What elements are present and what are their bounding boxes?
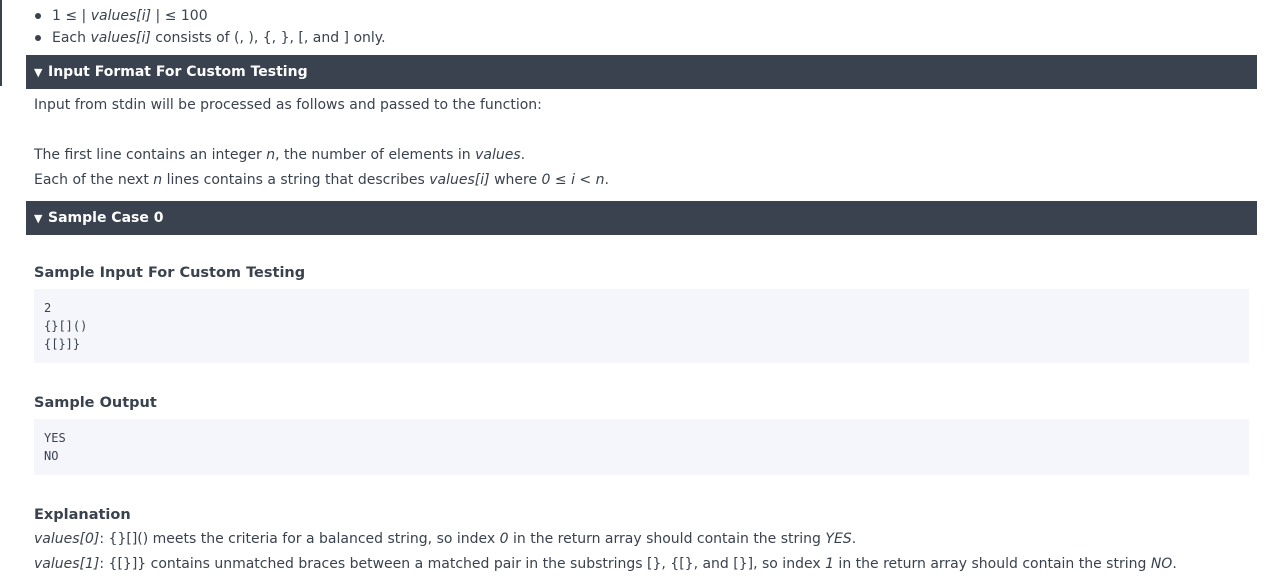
sample-output-code-block: YES NO: [34, 419, 1249, 475]
input-format-section-header[interactable]: ▼ Input Format For Custom Testing: [26, 55, 1257, 89]
constraint-item: Each values[i] consists of (, ), {, }, […: [34, 27, 1257, 49]
code-line: YES: [44, 431, 66, 445]
collapse-triangle-icon: ▼: [34, 66, 43, 79]
sample-output-title: Sample Output: [34, 395, 157, 411]
input-format-intro: Input from stdin will be processed as fo…: [34, 97, 542, 113]
code-line: 2: [44, 301, 52, 315]
explanation-line: values[0]: {}[]() meets the criteria for…: [34, 531, 857, 547]
constraints-list: 1 ≤ | values[i] | ≤ 100 Each values[i] c…: [26, 0, 1257, 49]
collapse-triangle-icon: ▼: [34, 212, 43, 225]
sample-case-section-header[interactable]: ▼ Sample Case 0: [26, 201, 1257, 235]
code-line: {}[](): [44, 319, 88, 333]
code-line: NO: [44, 449, 59, 463]
constraint-item: 1 ≤ | values[i] | ≤ 100: [34, 5, 1257, 27]
input-format-line: The first line contains an integer n, th…: [34, 147, 526, 163]
left-border-rule: [0, 0, 2, 86]
sample-input-code-block: 2 {}[]() {[}]}: [34, 289, 1249, 363]
code-line: {[}]}: [44, 337, 81, 351]
explanation-line: values[1]: {[}]} contains unmatched brac…: [34, 556, 1177, 572]
problem-content: 1 ≤ | values[i] | ≤ 100 Each values[i] c…: [26, 0, 1257, 577]
input-format-line: Each of the next n lines contains a stri…: [34, 172, 609, 188]
explanation-title: Explanation: [34, 507, 131, 523]
sample-input-title: Sample Input For Custom Testing: [34, 265, 306, 281]
